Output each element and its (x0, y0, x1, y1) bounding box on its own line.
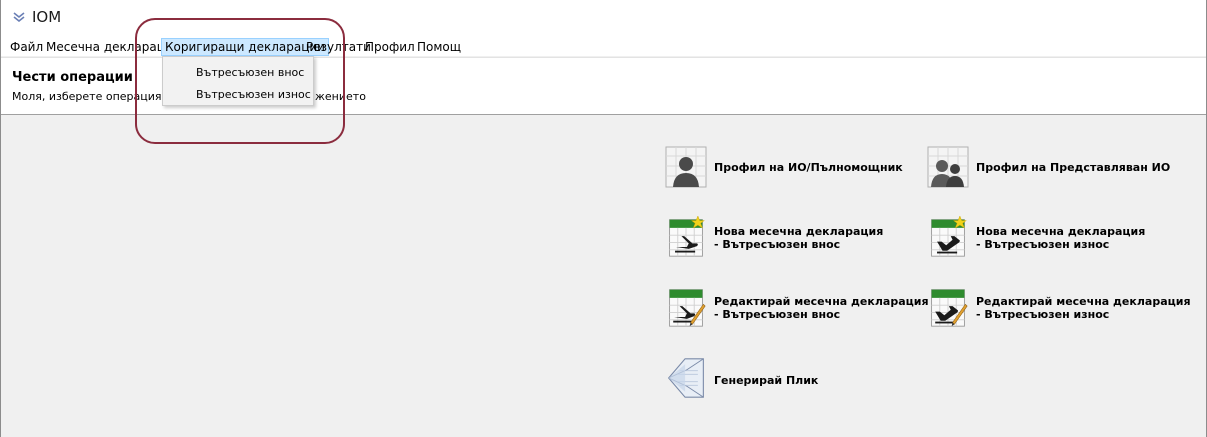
operation-new-declaration-export[interactable]: Нова месечна декларация - Вътресъюзен из… (927, 216, 1177, 262)
menu-help[interactable]: Помощ (414, 39, 464, 55)
operation-profile-io[interactable]: Профил на ИО/Пълномощник (665, 146, 915, 188)
page-title: Чести операции (12, 70, 133, 85)
window-title: IOM (32, 8, 62, 26)
operation-label: Генерирай Плик (714, 374, 819, 387)
menu-profile[interactable]: Профил (362, 39, 418, 55)
operation-profile-represented[interactable]: Профил на Представляван ИО (927, 146, 1177, 188)
app-window: IOM Файл Месечна декларация Коригиращи д… (0, 0, 1207, 437)
new-declaration-import-icon (669, 216, 705, 257)
app-logo-icon (13, 12, 25, 22)
new-declaration-export-icon (931, 216, 967, 257)
envelope-icon (667, 358, 704, 398)
operation-label-line1: Редактирай месечна декларация (976, 295, 1191, 308)
operation-label-line2: - Вътресъюзен износ (976, 238, 1110, 251)
operation-edit-declaration-export[interactable]: Редактирай месечна декларация - Вътресъю… (927, 286, 1191, 332)
operation-edit-declaration-import[interactable]: Редактирай месечна декларация - Вътресъю… (665, 286, 929, 332)
subtitle-left-text: Моля, изберете операция или (12, 90, 187, 103)
operation-label: Профил на ИО/Пълномощник (714, 161, 903, 174)
operation-label-line2: - Вътресъюзен износ (976, 308, 1110, 321)
operation-generate-envelope[interactable]: Генерирай Плик (665, 357, 915, 403)
menu-bar: Файл Месечна декларация Коригиращи декла… (1, 38, 1206, 56)
operation-label-line1: Нова месечна декларация (714, 225, 884, 238)
operation-label: Профил на Представляван ИО (976, 161, 1171, 174)
subtitle-right-text: жението (315, 90, 366, 103)
dropdown-item-import[interactable]: Вътресъюзен внос (196, 66, 304, 79)
operation-label-line2: - Вътресъюзен внос (714, 308, 841, 321)
operation-label-line1: Редактирай месечна декларация (714, 295, 929, 308)
person-profile-icon (665, 146, 707, 188)
operation-label-line1: Нова месечна декларация (976, 225, 1146, 238)
operation-new-declaration-import[interactable]: Нова месечна декларация - Вътресъюзен вн… (665, 216, 915, 262)
edit-declaration-import-icon (669, 289, 706, 327)
edit-declaration-export-icon (931, 289, 968, 327)
page-subtitle: Моля, изберете операция или жението (12, 90, 366, 103)
corrective-declarations-dropdown: Вътресъюзен внос Вътресъюзен износ (162, 56, 314, 106)
title-bar: IOM (1, 0, 1206, 38)
operation-label-line2: - Вътресъюзен внос (714, 238, 841, 251)
group-profile-icon (927, 146, 969, 188)
dropdown-item-export[interactable]: Вътресъюзен износ (196, 88, 311, 101)
menu-file[interactable]: Файл (7, 39, 46, 55)
